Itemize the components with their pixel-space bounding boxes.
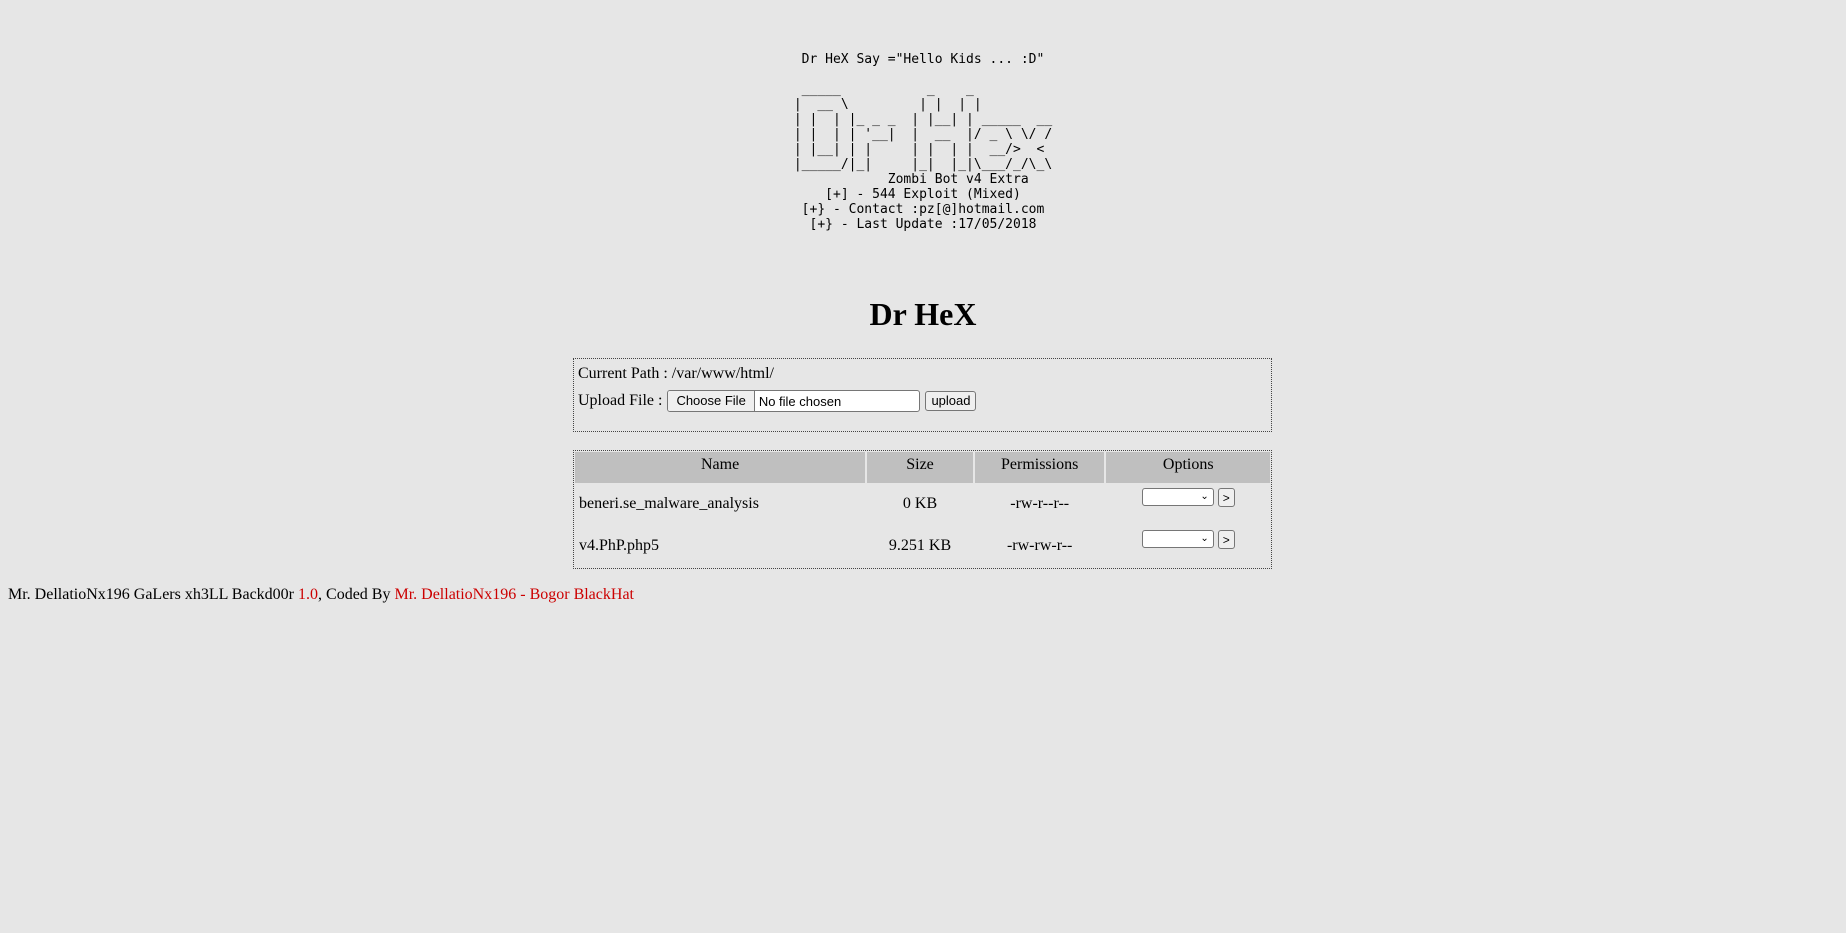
go-button[interactable]: > — [1217, 487, 1235, 507]
choose-file-button[interactable]: Choose File — [668, 391, 755, 411]
separator-cell — [867, 478, 973, 483]
upload-button[interactable]: upload — [925, 391, 977, 411]
upload-label: Upload File : — [578, 392, 663, 409]
separator-cell — [1106, 478, 1270, 483]
footer-author-link[interactable]: Mr. DellatioNx196 - Bogor BlackHat — [394, 586, 634, 603]
file-input[interactable]: Choose File No file chosen — [667, 390, 921, 412]
file-name[interactable]: beneri.se_malware_analysis — [575, 495, 865, 513]
footer-text: Mr. DellatioNx196 GaLers xh3LL Backd00r — [8, 586, 299, 603]
table-row: beneri.se_malware_analysis 0 KB -rw-r--r… — [575, 483, 1270, 525]
path-panel: Current Path : /var/www/html/ Upload Fil… — [573, 358, 1272, 432]
file-permissions[interactable]: -rw-r--r-- — [975, 495, 1105, 513]
header-options: Options — [1106, 452, 1270, 478]
options-controls: ⌄ > — [1106, 529, 1270, 549]
say-line: Dr HeX Say ="Hello Kids ... :D" — [801, 52, 1045, 67]
page-title: Dr HeX — [869, 296, 977, 332]
upload-row: Upload File : Choose File No file chosen… — [578, 389, 1267, 413]
file-size: 0 KB — [902, 495, 938, 512]
header-separator — [575, 478, 1270, 483]
header-permissions: Permissions — [974, 452, 1105, 478]
table-row: v4.PhP.php5 9.251 KB -rw-rw-r-- ⌄ > — [575, 525, 1270, 567]
current-path: Current Path : /var/www/html/ — [578, 365, 774, 382]
separator-cell — [974, 478, 1105, 483]
file-status: No file chosen — [758, 393, 842, 409]
chevron-down-icon: ⌄ — [1200, 533, 1209, 544]
footer-version: 1.0 — [298, 586, 319, 603]
file-options: ⌄ > — [1106, 487, 1270, 507]
file-table: Name Size Permissions Options beneri.se_… — [573, 450, 1272, 569]
options-controls: ⌄ > — [1106, 487, 1270, 507]
options-select[interactable]: ⌄ — [1141, 530, 1214, 548]
banner-info: Zombi Bot v4 Extra [+] - 544 Exploit (Mi… — [801, 172, 1045, 232]
table-header: Name Size Permissions Options — [575, 452, 1270, 478]
options-select[interactable]: ⌄ — [1141, 488, 1214, 506]
separator-cell — [575, 478, 866, 483]
banner-text: Dr HeX Say ="Hello Kids ... :D" _____ _ … — [794, 52, 1052, 232]
file-options: ⌄ > — [1106, 529, 1270, 549]
go-button[interactable]: > — [1217, 529, 1235, 549]
footer-coded-by: , Coded By — [318, 586, 395, 603]
header-size: Size — [867, 452, 973, 478]
header-name: Name — [575, 452, 866, 478]
chevron-down-icon: ⌄ — [1200, 491, 1209, 502]
file-name[interactable]: v4.PhP.php5 — [575, 537, 865, 555]
banner: Dr HeX Say ="Hello Kids ... :D" _____ _ … — [0, 52, 1846, 233]
file-size: 9.251 KB — [888, 537, 952, 554]
ascii-art-logo: _____ _ _ | __ \ | | | | | | | |_ _ _ | … — [793, 82, 1053, 172]
footer: Mr. DellatioNx196 GaLers xh3LL Backd00r … — [8, 586, 634, 604]
file-permissions[interactable]: -rw-rw-r-- — [975, 537, 1105, 555]
